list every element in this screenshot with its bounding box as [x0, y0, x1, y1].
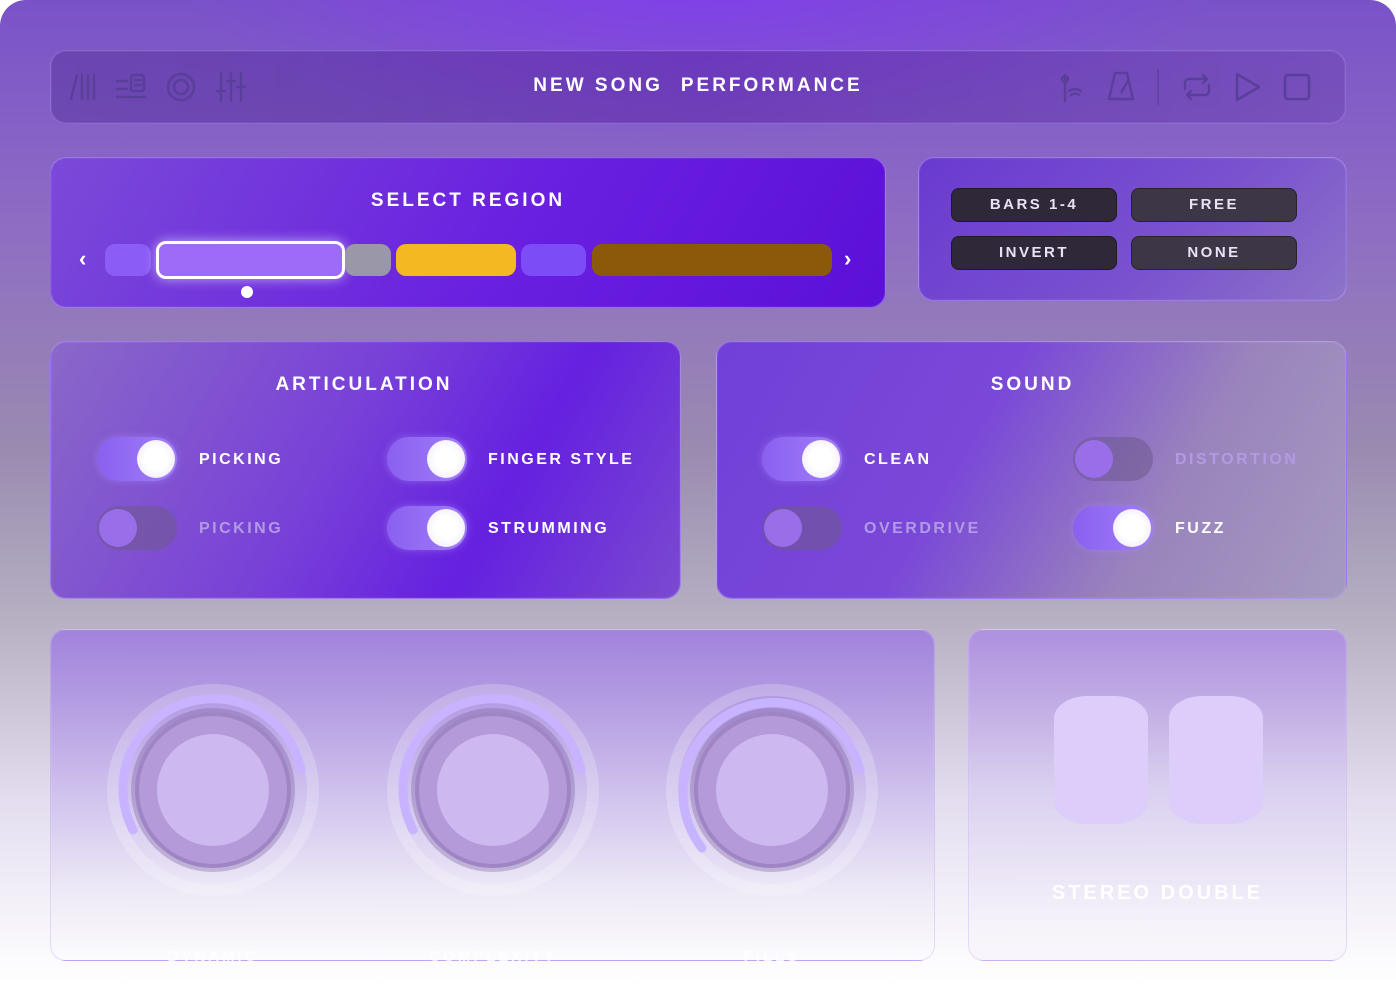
chevron-right-icon[interactable]: ›: [844, 248, 851, 270]
invert-button[interactable]: INVERT: [951, 236, 1117, 270]
knobs-panel: DYNAMIC COMPLEXITY FILLS: [50, 629, 935, 965]
toggle-overdrive[interactable]: [762, 506, 842, 550]
tuner-icon[interactable]: [1053, 69, 1089, 105]
region-segment[interactable]: [105, 244, 151, 276]
region-segment-selected[interactable]: [156, 241, 345, 279]
sound-title: SOUND: [990, 374, 1075, 395]
knob-label: COMPLEXITY: [429, 948, 557, 965]
metronome-icon[interactable]: [1103, 69, 1139, 105]
toggle-strumming[interactable]: [387, 506, 467, 550]
complexity-knob-graphic: [387, 684, 599, 896]
region-segment[interactable]: [345, 244, 391, 276]
stereo-double-label: STEREO DOUBLE: [1051, 882, 1264, 904]
stop-icon[interactable]: [1279, 69, 1315, 105]
dynamic-knob-graphic: [107, 684, 319, 896]
toggle-knob: [764, 509, 802, 547]
region-title: SELECT REGION: [370, 190, 566, 211]
region-options-panel: BARS 1-4 FREE INVERT NONE: [918, 157, 1347, 301]
toggle-picking-2[interactable]: [97, 506, 177, 550]
toolbar-divider: [1157, 69, 1159, 105]
toggle-knob: [802, 440, 840, 478]
toggle-label: OVERDRIVE: [864, 520, 981, 537]
toggle-label: DISTORTION: [1175, 451, 1299, 468]
dynamic-knob[interactable]: DYNAMIC: [103, 680, 323, 965]
app-window: NEW SONG PERFORMANCE SELECT REGION ‹ › B…: [0, 0, 1396, 1004]
toggle-clean[interactable]: [762, 437, 842, 481]
toggle-knob: [99, 509, 137, 547]
play-icon[interactable]: [1229, 69, 1265, 105]
toggle-knob: [1113, 509, 1151, 547]
articulation-title: ARTICULATION: [275, 374, 453, 395]
toggle-label: FINGER STYLE: [488, 451, 635, 468]
complexity-knob[interactable]: COMPLEXITY: [383, 680, 603, 965]
none-button[interactable]: NONE: [1131, 236, 1297, 270]
region-segment[interactable]: [521, 244, 586, 276]
articulation-panel: ARTICULATION PICKING FINGER STYLE PICKIN…: [50, 341, 681, 599]
toggle-distortion[interactable]: [1073, 437, 1153, 481]
chevron-left-icon[interactable]: ‹: [79, 248, 86, 270]
select-region-panel: SELECT REGION ‹ ›: [50, 157, 886, 308]
toggle-knob: [137, 440, 175, 478]
toggle-knob: [427, 440, 465, 478]
fills-knob[interactable]: FILLS: [662, 680, 882, 965]
left-channel-pad[interactable]: [1054, 696, 1148, 824]
song-title: NEW SONG PERFORMANCE: [51, 75, 1345, 97]
right-channel-pad[interactable]: [1169, 696, 1263, 824]
toggle-label: PICKING: [199, 520, 284, 537]
toggle-picking[interactable]: [97, 437, 177, 481]
fills-knob-graphic: [666, 684, 878, 896]
song-name: NEW SONG: [533, 75, 663, 96]
toggle-finger-style[interactable]: [387, 437, 467, 481]
toggle-knob: [427, 509, 465, 547]
sound-panel: SOUND CLEAN DISTORTION OVERDRIVE FUZZ: [716, 341, 1347, 599]
toggle-label: STRUMMING: [488, 520, 610, 537]
region-segment[interactable]: [396, 244, 516, 276]
cycle-icon[interactable]: [1179, 69, 1215, 105]
toggle-label: PICKING: [199, 451, 284, 468]
knob-label: DYNAMIC: [167, 948, 259, 965]
stereo-double-panel[interactable]: STEREO DOUBLE: [968, 629, 1347, 961]
selection-indicator-dot: [241, 286, 253, 298]
toggle-fuzz[interactable]: [1073, 506, 1153, 550]
toggle-label: FUZZ: [1175, 520, 1226, 537]
mode-name: PERFORMANCE: [680, 75, 863, 96]
toggle-knob: [1075, 440, 1113, 478]
free-button[interactable]: FREE: [1131, 188, 1297, 222]
bars-button[interactable]: BARS 1-4: [951, 188, 1117, 222]
top-bar: NEW SONG PERFORMANCE: [50, 50, 1346, 124]
knob-label: FILLS: [743, 948, 801, 965]
toggle-label: CLEAN: [864, 451, 932, 468]
region-segment[interactable]: [592, 244, 832, 276]
